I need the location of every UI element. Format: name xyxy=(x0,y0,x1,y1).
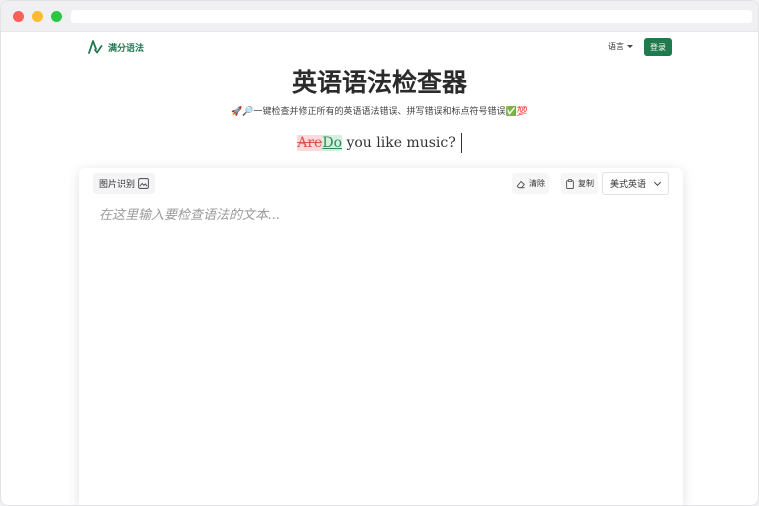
copy-label: 复制 xyxy=(578,179,594,188)
logo-icon xyxy=(88,40,103,54)
image-icon xyxy=(138,178,149,189)
site-logo[interactable]: 满分语法 xyxy=(87,39,144,55)
demo-wrong-word: Are xyxy=(297,135,323,151)
minimize-window-button[interactable] xyxy=(32,11,43,22)
image-recognition-button[interactable]: 图片识别 xyxy=(93,173,156,194)
english-variant-value: 美式英语 xyxy=(610,180,647,190)
login-button[interactable]: 登录 xyxy=(644,38,672,56)
text-cursor xyxy=(460,133,462,153)
demo-correct-word: Do xyxy=(322,135,342,151)
logo-text: 满分语法 xyxy=(108,43,145,54)
demo-sentence-rest: you like music? xyxy=(342,135,456,151)
copy-button[interactable]: 复制 xyxy=(561,173,598,194)
maximize-window-button[interactable] xyxy=(51,11,62,22)
language-selector[interactable]: 语言 xyxy=(608,41,633,52)
demo-correction: AreDo you like music? xyxy=(1,133,758,153)
caret-down-icon xyxy=(627,45,633,48)
browser-window: 满分语法 语言 登录 英语语法检查器 🚀🔎一键检查并修正所有的英语语法错误、拼写… xyxy=(0,0,759,506)
clear-label: 清除 xyxy=(529,179,545,188)
title-bar xyxy=(1,1,758,32)
chevron-down-icon xyxy=(653,178,662,186)
close-window-button[interactable] xyxy=(13,11,24,22)
address-bar[interactable] xyxy=(71,10,752,23)
clear-button[interactable]: 清除 xyxy=(512,173,549,194)
clipboard-icon xyxy=(566,178,574,189)
editor-panel: 图片识别 清除 复制 美式英语 xyxy=(79,168,683,505)
english-variant-select[interactable]: 美式英语 xyxy=(602,172,669,195)
page-title: 英语语法检查器 xyxy=(291,68,467,97)
grammar-text-input[interactable] xyxy=(99,204,669,494)
image-recognition-label: 图片识别 xyxy=(99,179,136,189)
language-label: 语言 xyxy=(608,42,624,51)
page-subtitle: 🚀🔎一键检查并修正所有的英语语法错误、拼写错误和标点符号错误✅💯 xyxy=(231,107,528,117)
eraser-icon xyxy=(516,180,525,188)
